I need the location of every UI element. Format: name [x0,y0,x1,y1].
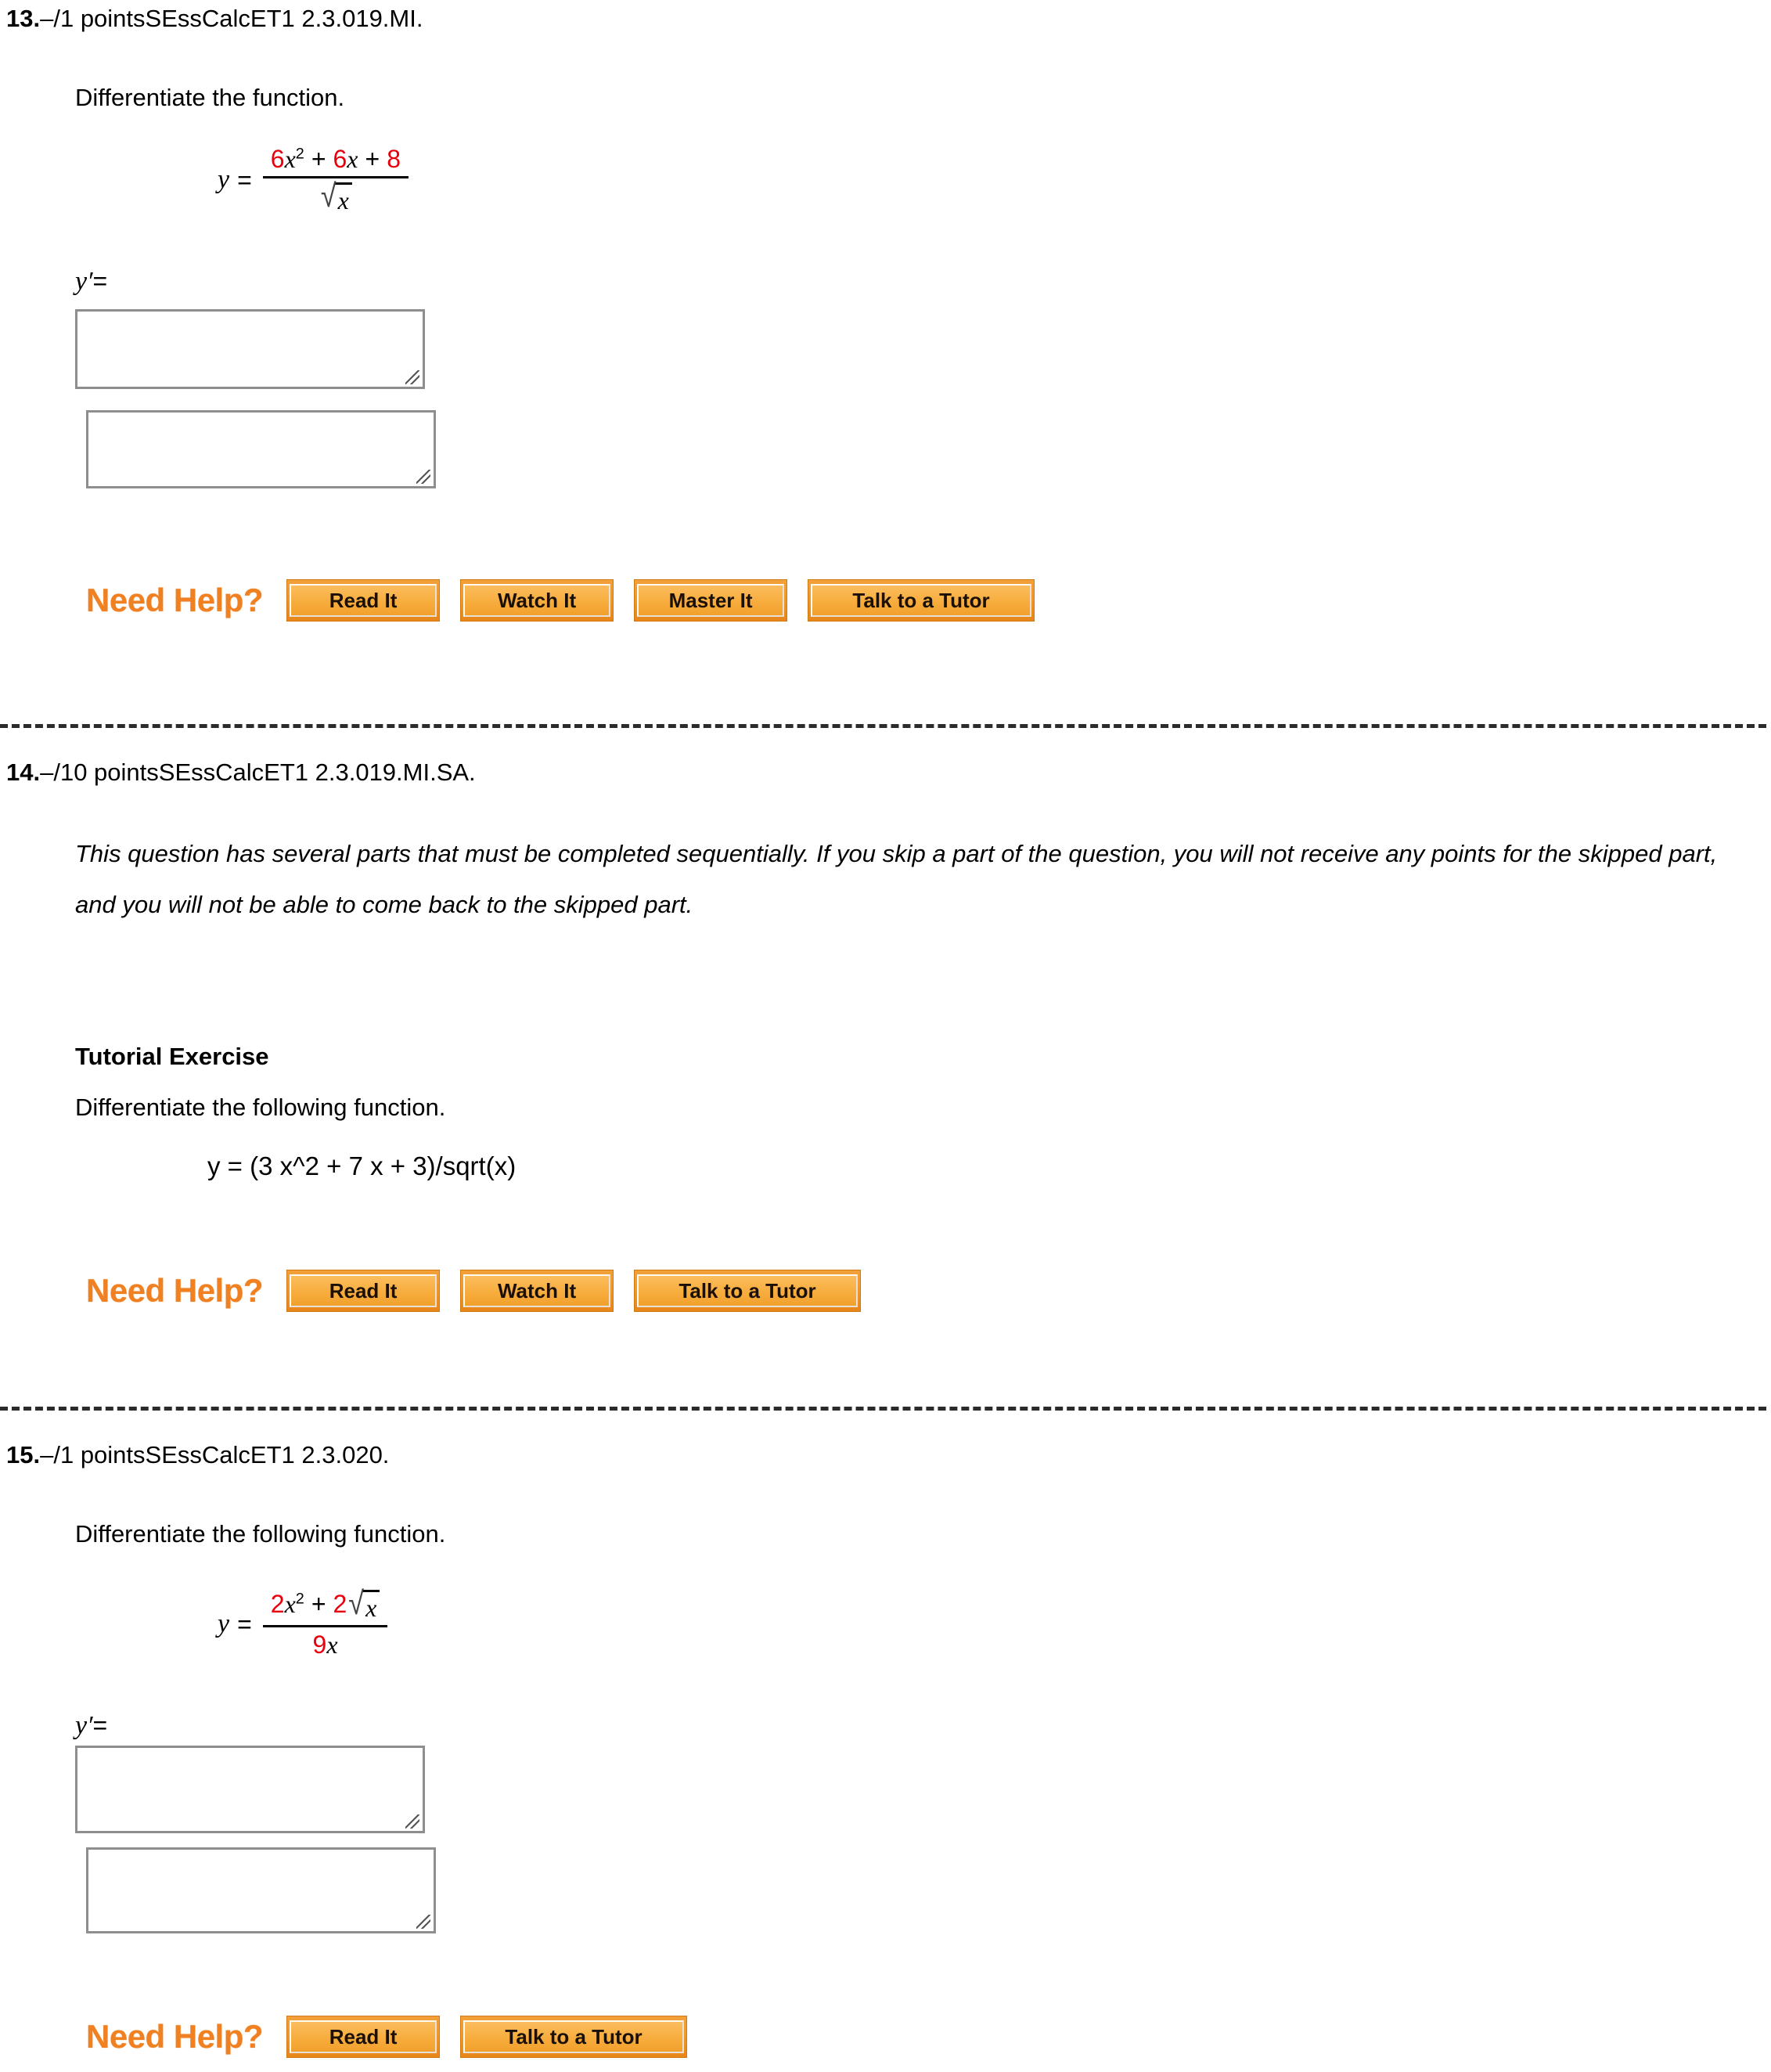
question-15-answer-textarea-1[interactable] [75,1746,425,1833]
question-14-code: SEssCalcET1 2.3.019.MI.SA. [158,759,476,786]
question-15-formula: y = 2x2 +2 √ x 9x [218,1584,388,1659]
y-prime-equals: = [92,1711,108,1739]
numerator-term3-constant: 8 [387,145,401,173]
need-help-label: Need Help? [86,1272,264,1309]
master-it-button[interactable]: Master It [634,579,788,622]
y-prime-symbol: y′ [75,1711,93,1740]
section-divider-2 [0,1407,1766,1411]
denominator-coefficient: 9 [312,1631,327,1659]
numerator-term2-coefficient: 2 [333,1590,347,1618]
denominator-variable: x [326,1631,338,1659]
radical-glyph: √ [320,176,337,214]
watch-it-button-label: Watch It [497,1278,577,1303]
formula-13-denominator: √ x [311,178,360,215]
question-13-code: SEssCalcET1 2.3.019.MI. [145,5,423,32]
read-it-button-inner: Read It [290,2020,437,2053]
sqrt-icon: √ x [347,1584,380,1623]
formula-15-fraction: 2x2 +2 √ x 9x [262,1584,388,1659]
formula-13-numerator: 6x2 +6x +8 [263,145,409,176]
numerator-operator-1: + [311,145,326,173]
need-help-label: Need Help? [86,582,264,618]
formula-15-numerator: 2x2 +2 √ x [263,1584,387,1625]
question-13-points: –/1 points [40,5,146,32]
question-14-plain-formula: y = (3 x^2 + 7 x + 3)/sqrt(x) [207,1151,517,1180]
formula-13-equals: = [237,165,252,194]
need-help-label: Need Help? [86,2018,264,2055]
numerator-term1-exponent: 2 [295,145,304,163]
talk-to-a-tutor-button-inner: Talk to a Tutor [637,1274,859,1307]
question-13-number: 13. [6,5,41,32]
read-it-button-inner: Read It [290,1274,437,1307]
question-15-number: 15. [6,1441,41,1468]
question-14-tutorial-title: Tutorial Exercise [75,1043,269,1070]
numerator-term1-coefficient: 2 [270,1590,285,1618]
numerator-term1-variable: x [284,145,296,173]
watch-it-button-label: Watch It [497,588,577,612]
question-14-prompt: Differentiate the following function. [75,1094,446,1121]
question-15-header: 15.–/1 pointsSEssCalcET1 2.3.020. [0,1440,389,1470]
numerator-operator-2: + [365,145,380,173]
denominator-radicand: x [334,182,352,215]
question-15-prompt: Differentiate the following function. [75,1520,446,1548]
numerator-term2-coefficient: 6 [333,145,347,173]
talk-to-a-tutor-button[interactable]: Talk to a Tutor [808,579,1035,622]
master-it-button-label: Master It [668,588,753,612]
question-13-header: 13.–/1 pointsSEssCalcET1 2.3.019.MI. [0,4,423,34]
sqrt-icon: √ x [319,176,352,215]
read-it-button-inner: Read It [290,584,437,617]
formula-13-fraction: 6x2 +6x +8 √ x [262,145,409,215]
question-15-code: SEssCalcET1 2.3.020. [145,1441,390,1468]
watch-it-button-inner: Watch It [463,584,611,617]
question-15-answer-textarea-2[interactable] [86,1847,436,1933]
numerator-term2-radicand: x [362,1590,380,1623]
formula-13-lhs: y [218,165,230,194]
question-15-need-help: Need Help? Read It Talk to a Tutor [86,2016,707,2058]
talk-to-a-tutor-button-label: Talk to a Tutor [852,588,990,612]
read-it-button[interactable]: Read It [286,579,441,622]
question-15-points: –/1 points [40,1441,146,1468]
numerator-term1-coefficient: 6 [270,145,285,173]
question-14-header: 14.–/10 pointsSEssCalcET1 2.3.019.MI.SA. [0,758,476,787]
read-it-button[interactable]: Read It [286,1270,441,1312]
read-it-button-label: Read It [329,1278,398,1303]
watch-it-button[interactable]: Watch It [460,1270,614,1312]
question-13-prompt: Differentiate the function. [75,84,345,111]
master-it-button-inner: Master It [637,584,785,617]
question-13-answer-label: y′= [75,266,107,297]
question-13-answer-textarea-2[interactable] [86,410,436,488]
section-divider-1 [0,724,1766,728]
question-14-sequential-note: This question has several parts that mus… [75,840,1718,918]
question-13-formula: y = 6x2 +6x +8 √ x [218,145,409,215]
numerator-term2-variable: x [347,145,358,173]
question-14-need-help: Need Help? Read It Watch It Talk to a Tu… [86,1270,881,1312]
formula-15-denominator: 9x [305,1627,346,1659]
question-13-need-help: Need Help? Read It Watch It Master It Ta… [86,579,1055,622]
question-14-number: 14. [6,759,41,786]
watch-it-button-inner: Watch It [463,1274,611,1307]
talk-to-a-tutor-button-inner: Talk to a Tutor [811,584,1032,617]
question-14-points: –/10 points [40,759,159,786]
read-it-button-label: Read It [329,588,398,612]
talk-to-a-tutor-button-label: Talk to a Tutor [505,2024,643,2049]
y-prime-equals: = [92,267,108,295]
numerator-operator-1: + [311,1590,326,1618]
talk-to-a-tutor-button[interactable]: Talk to a Tutor [634,1270,862,1312]
read-it-button-label: Read It [329,2024,398,2049]
question-13-answer-textarea-1[interactable] [75,309,425,389]
radical-glyph: √ [348,1584,365,1621]
numerator-term1-variable: x [284,1590,296,1618]
talk-to-a-tutor-button-label: Talk to a Tutor [679,1278,816,1303]
talk-to-a-tutor-button-inner: Talk to a Tutor [463,2020,685,2053]
formula-15-equals: = [237,1609,252,1638]
question-15-answer-label: y′= [75,1710,107,1741]
y-prime-symbol: y′ [75,267,93,296]
watch-it-button[interactable]: Watch It [460,579,614,622]
read-it-button[interactable]: Read It [286,2016,441,2058]
numerator-term1-exponent: 2 [295,1590,304,1608]
formula-15-lhs: y [218,1609,230,1638]
talk-to-a-tutor-button[interactable]: Talk to a Tutor [460,2016,688,2058]
